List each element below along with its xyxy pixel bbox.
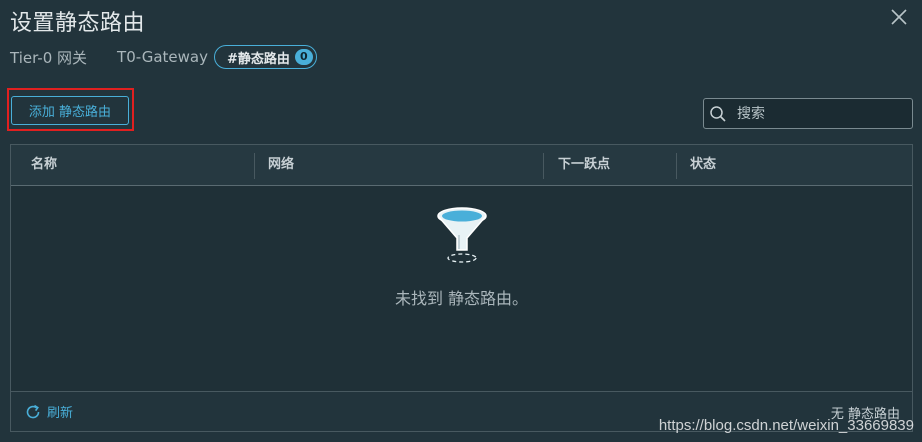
static-route-grid: 名称 网络 下一跃点 状态 未找到 静态路由。 刷新 无 静态路由	[10, 144, 913, 432]
add-static-route-button[interactable]: 添加 静态路由	[11, 96, 129, 125]
search-icon	[710, 105, 726, 122]
column-header-status[interactable]: 状态	[690, 145, 716, 185]
watermark: https://blog.csdn.net/weixin_33669839	[658, 417, 914, 434]
tag-count-badge: 0	[294, 49, 313, 65]
breadcrumb-gateway: T0-Gateway	[117, 48, 208, 66]
breadcrumb: Tier-0 网关 T0-Gateway #静态路由 0	[10, 45, 317, 69]
dialog-title: 设置静态路由	[10, 11, 146, 36]
filter-funnel-icon	[437, 207, 487, 263]
column-divider[interactable]	[254, 153, 255, 179]
column-header-next-hop[interactable]: 下一跃点	[558, 145, 610, 185]
breadcrumb-tier: Tier-0 网关	[10, 48, 88, 67]
search-input[interactable]	[735, 104, 909, 123]
empty-state-message: 未找到 静态路由。	[394, 289, 529, 308]
static-route-dialog: 设置静态路由 Tier-0 网关 T0-Gateway #静态路由 0 添加 静…	[0, 0, 922, 442]
refresh-button[interactable]: 刷新	[25, 402, 73, 421]
tag-label: #静态路由	[226, 51, 290, 67]
static-route-tag: #静态路由 0	[213, 45, 317, 69]
column-header-network[interactable]: 网络	[268, 145, 294, 185]
column-divider[interactable]	[543, 153, 544, 179]
column-divider[interactable]	[676, 153, 677, 179]
column-header-name[interactable]: 名称	[31, 145, 57, 185]
refresh-label: 刷新	[47, 406, 74, 421]
refresh-icon	[26, 404, 40, 418]
grid-header: 名称 网络 下一跃点 状态	[11, 145, 912, 186]
close-icon[interactable]	[888, 6, 910, 28]
search-box[interactable]	[703, 98, 913, 129]
